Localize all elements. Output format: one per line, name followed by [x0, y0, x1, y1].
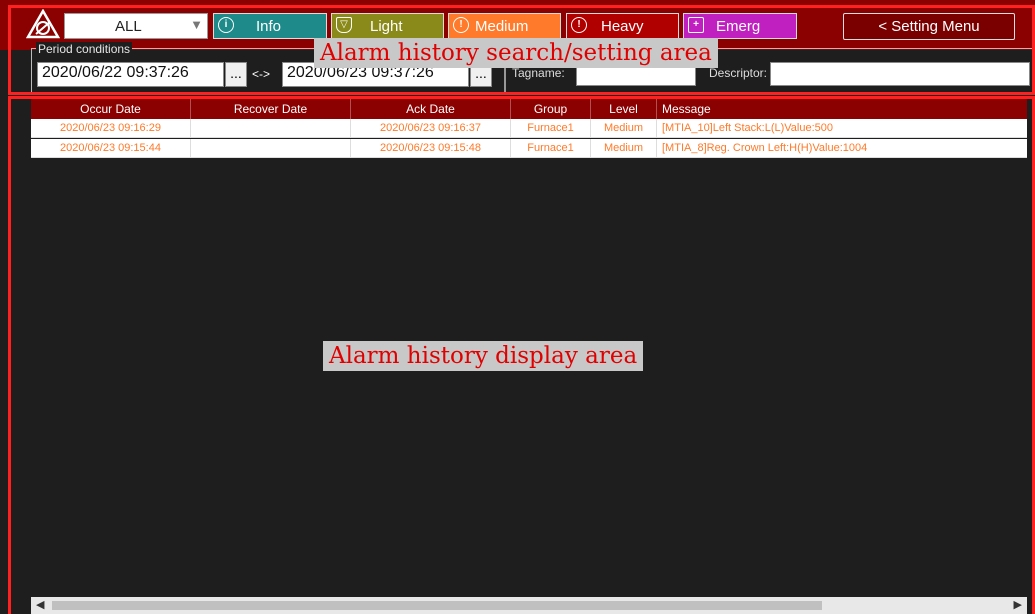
search-area-annotation: Alarm history search/setting area	[314, 38, 718, 68]
display-area-annotation: Alarm history display area	[323, 341, 644, 371]
